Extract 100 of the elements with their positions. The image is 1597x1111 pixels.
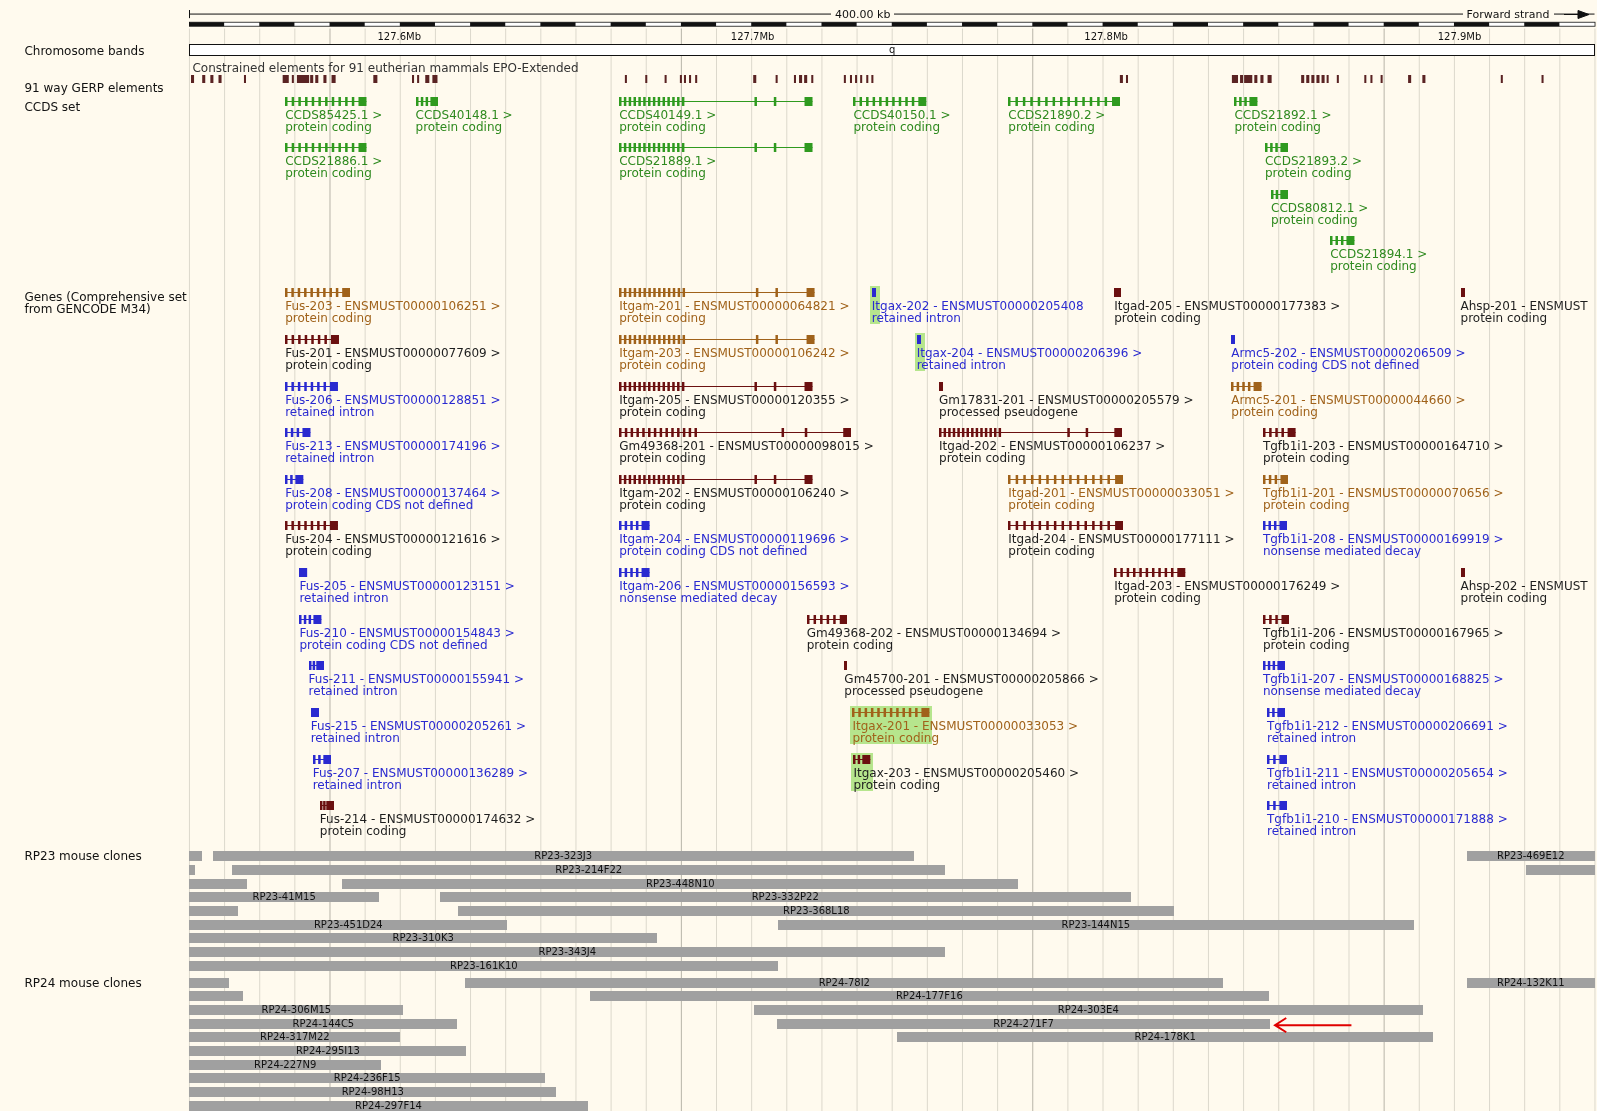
transcript-label[interactable]: Itgam-202 - ENSMUST00000106240 > — [619, 486, 850, 499]
track-label: 91 way GERP elements — [24, 82, 164, 95]
transcript-label[interactable]: Fus-201 - ENSMUST00000077609 > — [285, 346, 501, 359]
transcript-label[interactable]: Tgfb1i1-211 - ENSMUST00000205654 > — [1267, 766, 1508, 779]
biotype-label: protein coding — [1008, 545, 1096, 558]
clone-bar[interactable]: RP23-332P22 — [440, 892, 1131, 903]
transcript-label[interactable]: Tgfb1i1-208 - ENSMUST00000169919 > — [1262, 533, 1504, 546]
transcript-label[interactable]: CCDS21886.1 > — [285, 155, 383, 168]
transcript-label[interactable]: CCDS40150.1 > — [853, 108, 951, 121]
transcript-label[interactable]: Tgfb1i1-206 - ENSMUST00000167965 > — [1262, 626, 1504, 639]
transcript-label[interactable]: Itgad-203 - ENSMUST00000176249 > — [1114, 580, 1341, 593]
chromosome-band[interactable]: q — [189, 43, 1595, 56]
clone-bar[interactable]: RP23-161K10 — [189, 960, 779, 971]
biotype-label: retained intron — [310, 732, 401, 745]
transcript-label[interactable]: CCDS21889.1 > — [619, 155, 717, 168]
clone-bar[interactable] — [1525, 865, 1595, 876]
clone-bar[interactable] — [189, 865, 195, 876]
transcript-label[interactable]: Tgfb1i1-210 - ENSMUST00000171888 > — [1267, 813, 1508, 826]
clone-bar[interactable]: RP24-227N9 — [189, 1059, 381, 1070]
transcript-label[interactable]: Gm49368-201 - ENSMUST00000098015 > — [619, 440, 874, 453]
biotype-label: nonsense mediated decay — [619, 592, 779, 605]
transcript-label[interactable]: Itgad-201 - ENSMUST00000033051 > — [1008, 486, 1235, 499]
clone-bar[interactable]: RP24-271F7 — [777, 1018, 1271, 1029]
transcript-label[interactable]: Gm49368-202 - ENSMUST00000134694 > — [806, 626, 1062, 639]
biotype-label: protein coding — [1460, 312, 1549, 325]
clone-bar[interactable]: RP24-78I2 — [465, 977, 1224, 988]
clone-bar[interactable]: RP23-469E12 — [1466, 851, 1595, 862]
transcript-label[interactable]: Fus-203 - ENSMUST00000106251 > — [285, 300, 501, 313]
clone-bar[interactable] — [189, 991, 244, 1002]
clone-bar[interactable] — [189, 851, 202, 862]
transcript-label[interactable]: CCDS40148.1 > — [415, 108, 513, 121]
biotype-label: protein coding — [1231, 405, 1319, 418]
clone-bar[interactable]: RP24-303E4 — [753, 1005, 1423, 1016]
clone-bar[interactable]: RP24-306M15 — [189, 1005, 404, 1016]
transcript-label[interactable]: Armc5-201 - ENSMUST00000044660 > — [1231, 393, 1466, 406]
transcript-label[interactable]: Fus-205 - ENSMUST00000123151 > — [299, 580, 515, 593]
clone-bar[interactable]: RP24-317M22 — [189, 1032, 401, 1043]
clone-bar[interactable]: RP23-451D24 — [189, 919, 508, 930]
transcript-label[interactable]: Fus-213 - ENSMUST00000174196 > — [285, 440, 501, 453]
transcript-label[interactable]: Itgam-204 - ENSMUST00000119696 > — [619, 533, 850, 546]
transcript-label[interactable]: CCDS21892.1 > — [1234, 108, 1332, 121]
biotype-label: protein coding — [1262, 452, 1351, 465]
clone-bar[interactable]: RP24-178K1 — [897, 1032, 1433, 1043]
transcript-label[interactable]: Ahsp-202 - ENSMUST — [1460, 580, 1588, 593]
biotype-label: protein coding — [619, 120, 707, 133]
transcript-label[interactable]: Gm45700-201 - ENSMUST00000205866 > — [844, 673, 1099, 686]
transcript-label[interactable]: Itgam-201 - ENSMUST00000064821 > — [619, 300, 850, 313]
clone-bar[interactable]: RP23-343J4 — [189, 947, 946, 957]
transcript-label[interactable]: Tgfb1i1-201 - ENSMUST00000070656 > — [1262, 486, 1504, 499]
transcript-label[interactable]: Armc5-202 - ENSMUST00000206509 > — [1231, 346, 1466, 359]
transcript-label[interactable]: Ahsp-201 - ENSMUST — [1460, 300, 1588, 313]
clone-bar[interactable]: RP24-144C5 — [189, 1018, 458, 1029]
transcript-label[interactable]: Fus-215 - ENSMUST00000205261 > — [310, 720, 527, 733]
transcript-label[interactable]: Itgax-204 - ENSMUST00000206396 > — [916, 346, 1143, 359]
biotype-label: protein coding — [1008, 120, 1096, 133]
transcript-label[interactable]: CCDS80812.1 > — [1271, 201, 1369, 214]
transcript-label[interactable]: Fus-207 - ENSMUST00000136289 > — [312, 766, 529, 779]
transcript-label[interactable]: Fus-206 - ENSMUST00000128851 > — [285, 393, 501, 406]
transcript-label[interactable]: CCDS21893.2 > — [1264, 155, 1363, 168]
transcript-label[interactable]: Itgam-203 - ENSMUST00000106242 > — [619, 346, 850, 359]
transcript-label[interactable]: Fus-211 - ENSMUST00000155941 > — [308, 673, 524, 686]
clone-bar[interactable] — [189, 906, 239, 917]
transcript-label[interactable]: Itgam-205 - ENSMUST00000120355 > — [619, 393, 850, 406]
transcript-drawing — [1264, 143, 1289, 153]
transcript-label[interactable]: CCDS85425.1 > — [285, 108, 383, 121]
clone-bar[interactable]: RP24-295I13 — [189, 1046, 467, 1056]
clone-bar[interactable]: RP24-98H13 — [189, 1086, 557, 1097]
transcript-label[interactable]: Itgad-204 - ENSMUST00000177111 > — [1008, 533, 1235, 546]
transcript-label[interactable]: Fus-214 - ENSMUST00000174632 > — [319, 813, 536, 826]
transcript-label[interactable]: Itgax-203 - ENSMUST00000205460 > — [853, 766, 1080, 779]
transcript-label[interactable]: Tgfb1i1-207 - ENSMUST00000168825 > — [1262, 673, 1504, 686]
transcript-label[interactable]: Tgfb1i1-203 - ENSMUST00000164710 > — [1262, 440, 1504, 453]
clone-bar[interactable]: RP23-448N10 — [342, 878, 1019, 889]
clone-bar[interactable]: RP23-41M15 — [189, 892, 379, 903]
clone-bar[interactable]: RP23-144N15 — [778, 919, 1414, 930]
clone-bar[interactable] — [189, 977, 230, 988]
transcript-label[interactable]: CCDS40149.1 > — [619, 108, 717, 121]
transcript-label[interactable]: Itgad-202 - ENSMUST00000106237 > — [939, 440, 1166, 453]
clone-bar[interactable]: RP23-323J3 — [212, 851, 914, 862]
transcript-label[interactable]: Itgax-201 - ENSMUST00000033053 > — [852, 720, 1079, 733]
clone-bar[interactable]: RP23-214F22 — [232, 865, 946, 876]
clone-bar[interactable]: RP24-132K11 — [1466, 977, 1595, 988]
biotype-label: protein coding — [1262, 638, 1351, 651]
transcript-label[interactable]: CCDS21890.2 > — [1008, 108, 1106, 121]
transcript-label[interactable]: CCDS21894.1 > — [1330, 248, 1428, 261]
biotype-label: protein coding CDS not defined — [1231, 358, 1421, 371]
transcript-label[interactable]: Fus-210 - ENSMUST00000154843 > — [299, 626, 515, 639]
transcript-label[interactable]: Fus-204 - ENSMUST00000121616 > — [285, 533, 501, 546]
clone-bar[interactable]: RP24-236F15 — [189, 1073, 545, 1084]
clone-bar[interactable]: RP24-177F16 — [589, 991, 1270, 1002]
transcript-label[interactable]: Fus-208 - ENSMUST00000137464 > — [285, 486, 501, 499]
clone-bar[interactable]: RP24-297F14 — [189, 1100, 588, 1111]
transcript-label[interactable]: Tgfb1i1-212 - ENSMUST00000206691 > — [1267, 720, 1508, 733]
transcript-label[interactable]: Itgad-205 - ENSMUST00000177383 > — [1114, 300, 1341, 313]
transcript-label[interactable]: Itgax-202 - ENSMUST00000205408 — [871, 300, 1084, 313]
clone-bar[interactable]: RP23-368L18 — [458, 906, 1175, 917]
transcript-label[interactable]: Gm17831-201 - ENSMUST00000205579 > — [939, 393, 1194, 406]
clone-bar[interactable]: RP23-310K3 — [189, 933, 657, 944]
transcript-label[interactable]: Itgam-206 - ENSMUST00000156593 > — [619, 580, 850, 593]
clone-bar[interactable] — [189, 878, 248, 889]
